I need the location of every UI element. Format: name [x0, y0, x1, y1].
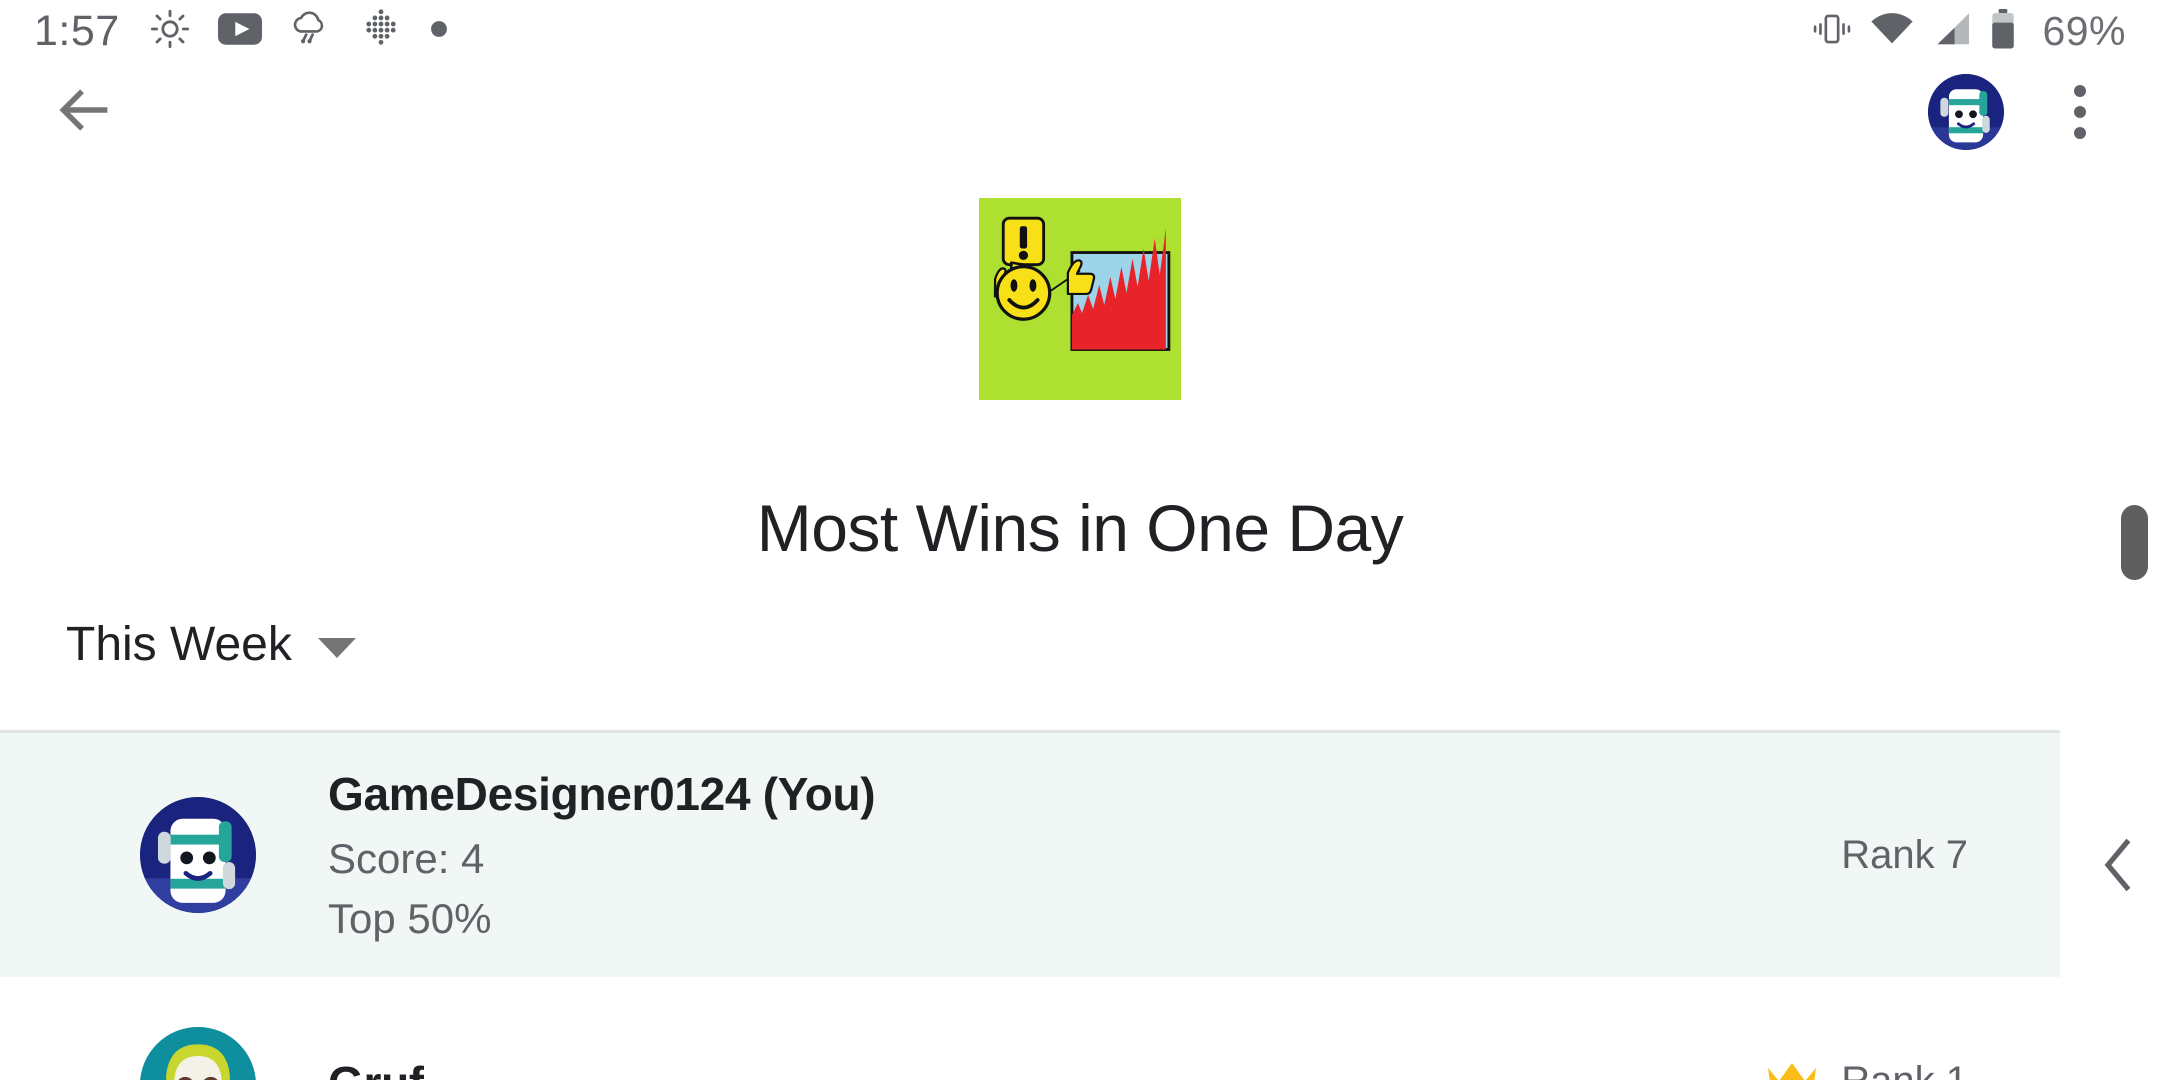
- status-badge: Rank 1: [1841, 1059, 1968, 1080]
- status-bar-clock: 1:57: [34, 6, 120, 55]
- dot-icon: [430, 20, 448, 43]
- player-score: Score: 4: [328, 835, 485, 882]
- more-vert-icon-dot-1: [2074, 85, 2086, 97]
- sloth-avatar-teal: [140, 1027, 256, 1080]
- row-text-block: Gruff: [328, 1056, 424, 1080]
- arrow-back-icon: [53, 79, 115, 146]
- phone-screen: 1:57 69% Most Wins in One Day This Week …: [0, 0, 2160, 1080]
- chevron-down-icon: [317, 637, 356, 658]
- app-bar-actions: [1928, 74, 2118, 150]
- vibrate-icon: [1812, 11, 1852, 52]
- vertical-scrollbar[interactable]: [2121, 505, 2148, 580]
- back-button[interactable]: [42, 70, 126, 154]
- status-bar: 1:57 69%: [0, 0, 2160, 62]
- rain-cloud-icon: [290, 9, 332, 54]
- table-row[interactable]: Gruff Rank 1: [0, 977, 2060, 1080]
- rank-block: Rank 7: [1841, 833, 2060, 878]
- gesture-back-indicator[interactable]: [2098, 835, 2138, 900]
- table-row[interactable]: GameDesigner0124 (You) Score: 4 Top 50% …: [0, 733, 2060, 977]
- more-vert-icon-dot-2: [2074, 106, 2086, 118]
- youtube-icon: [217, 12, 262, 50]
- crown-icon: [1765, 1059, 1819, 1080]
- wifi-icon: [1870, 12, 1914, 51]
- time-range-label: This Week: [66, 618, 292, 671]
- game-artwork-image: [979, 198, 1181, 400]
- row-text-block: GameDesigner0124 (You) Score: 4 Top 50%: [328, 767, 876, 943]
- more-vert-icon-dot-3: [2074, 127, 2086, 139]
- more-options-button[interactable]: [2048, 74, 2112, 150]
- brightness-icon: [150, 9, 190, 54]
- leaderboard-header: Most Wins in One Day: [0, 198, 2160, 566]
- player-percentile: Top 50%: [328, 895, 492, 942]
- player-name: Gruff: [328, 1056, 424, 1080]
- page-title: Most Wins in One Day: [756, 491, 1404, 565]
- battery-icon: [1990, 8, 2016, 54]
- status-bar-notification-icons: [150, 8, 448, 55]
- battery-percentage: 69%: [2042, 7, 2126, 54]
- cellular-signal-icon: [1932, 12, 1972, 51]
- dots-grid-icon: [360, 8, 402, 55]
- status-bar-system-icons: 69%: [1812, 8, 2126, 55]
- rank-block: Rank 1: [1765, 1059, 2060, 1080]
- player-name: GameDesigner0124 (You): [328, 768, 876, 820]
- time-range-dropdown[interactable]: This Week: [66, 617, 356, 672]
- robot-avatar-blue: [140, 797, 256, 913]
- app-bar: [0, 62, 2160, 162]
- status-badge: Rank 7: [1841, 832, 1968, 877]
- avatar[interactable]: [1928, 74, 2004, 150]
